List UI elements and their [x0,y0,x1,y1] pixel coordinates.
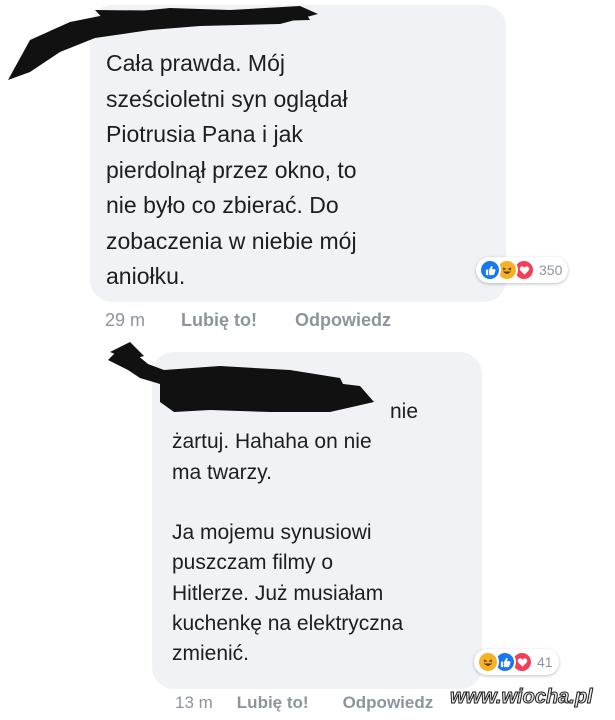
like-button[interactable]: Lubię to! [181,310,257,331]
reaction-count: 41 [537,654,553,670]
reply-button[interactable]: Odpowiedz [343,693,434,713]
reaction-summary[interactable]: 41 [474,649,559,675]
comment-actions: 29 m Lubię to! Odpowiedz [105,310,391,331]
reply-button[interactable]: Odpowiedz [295,310,391,331]
haha-icon [477,651,499,673]
like-button[interactable]: Lubię to! [237,693,309,713]
reaction-count: 350 [539,262,563,278]
comment-text: Cała prawda. Mój sześcioletni syn ogląda… [106,50,357,289]
reply-timestamp[interactable]: 13 m [175,693,213,713]
comment-timestamp[interactable]: 29 m [105,310,145,331]
reply-actions: 13 m Lubię to! Odpowiedz [175,693,433,713]
like-icon [479,259,501,281]
reply-text: nie żartuj. Hahaha on nie ma twarzy. Ja … [172,400,419,666]
reaction-summary[interactable]: 350 [476,257,569,283]
watermark: www.wiocha.pl [450,686,594,709]
